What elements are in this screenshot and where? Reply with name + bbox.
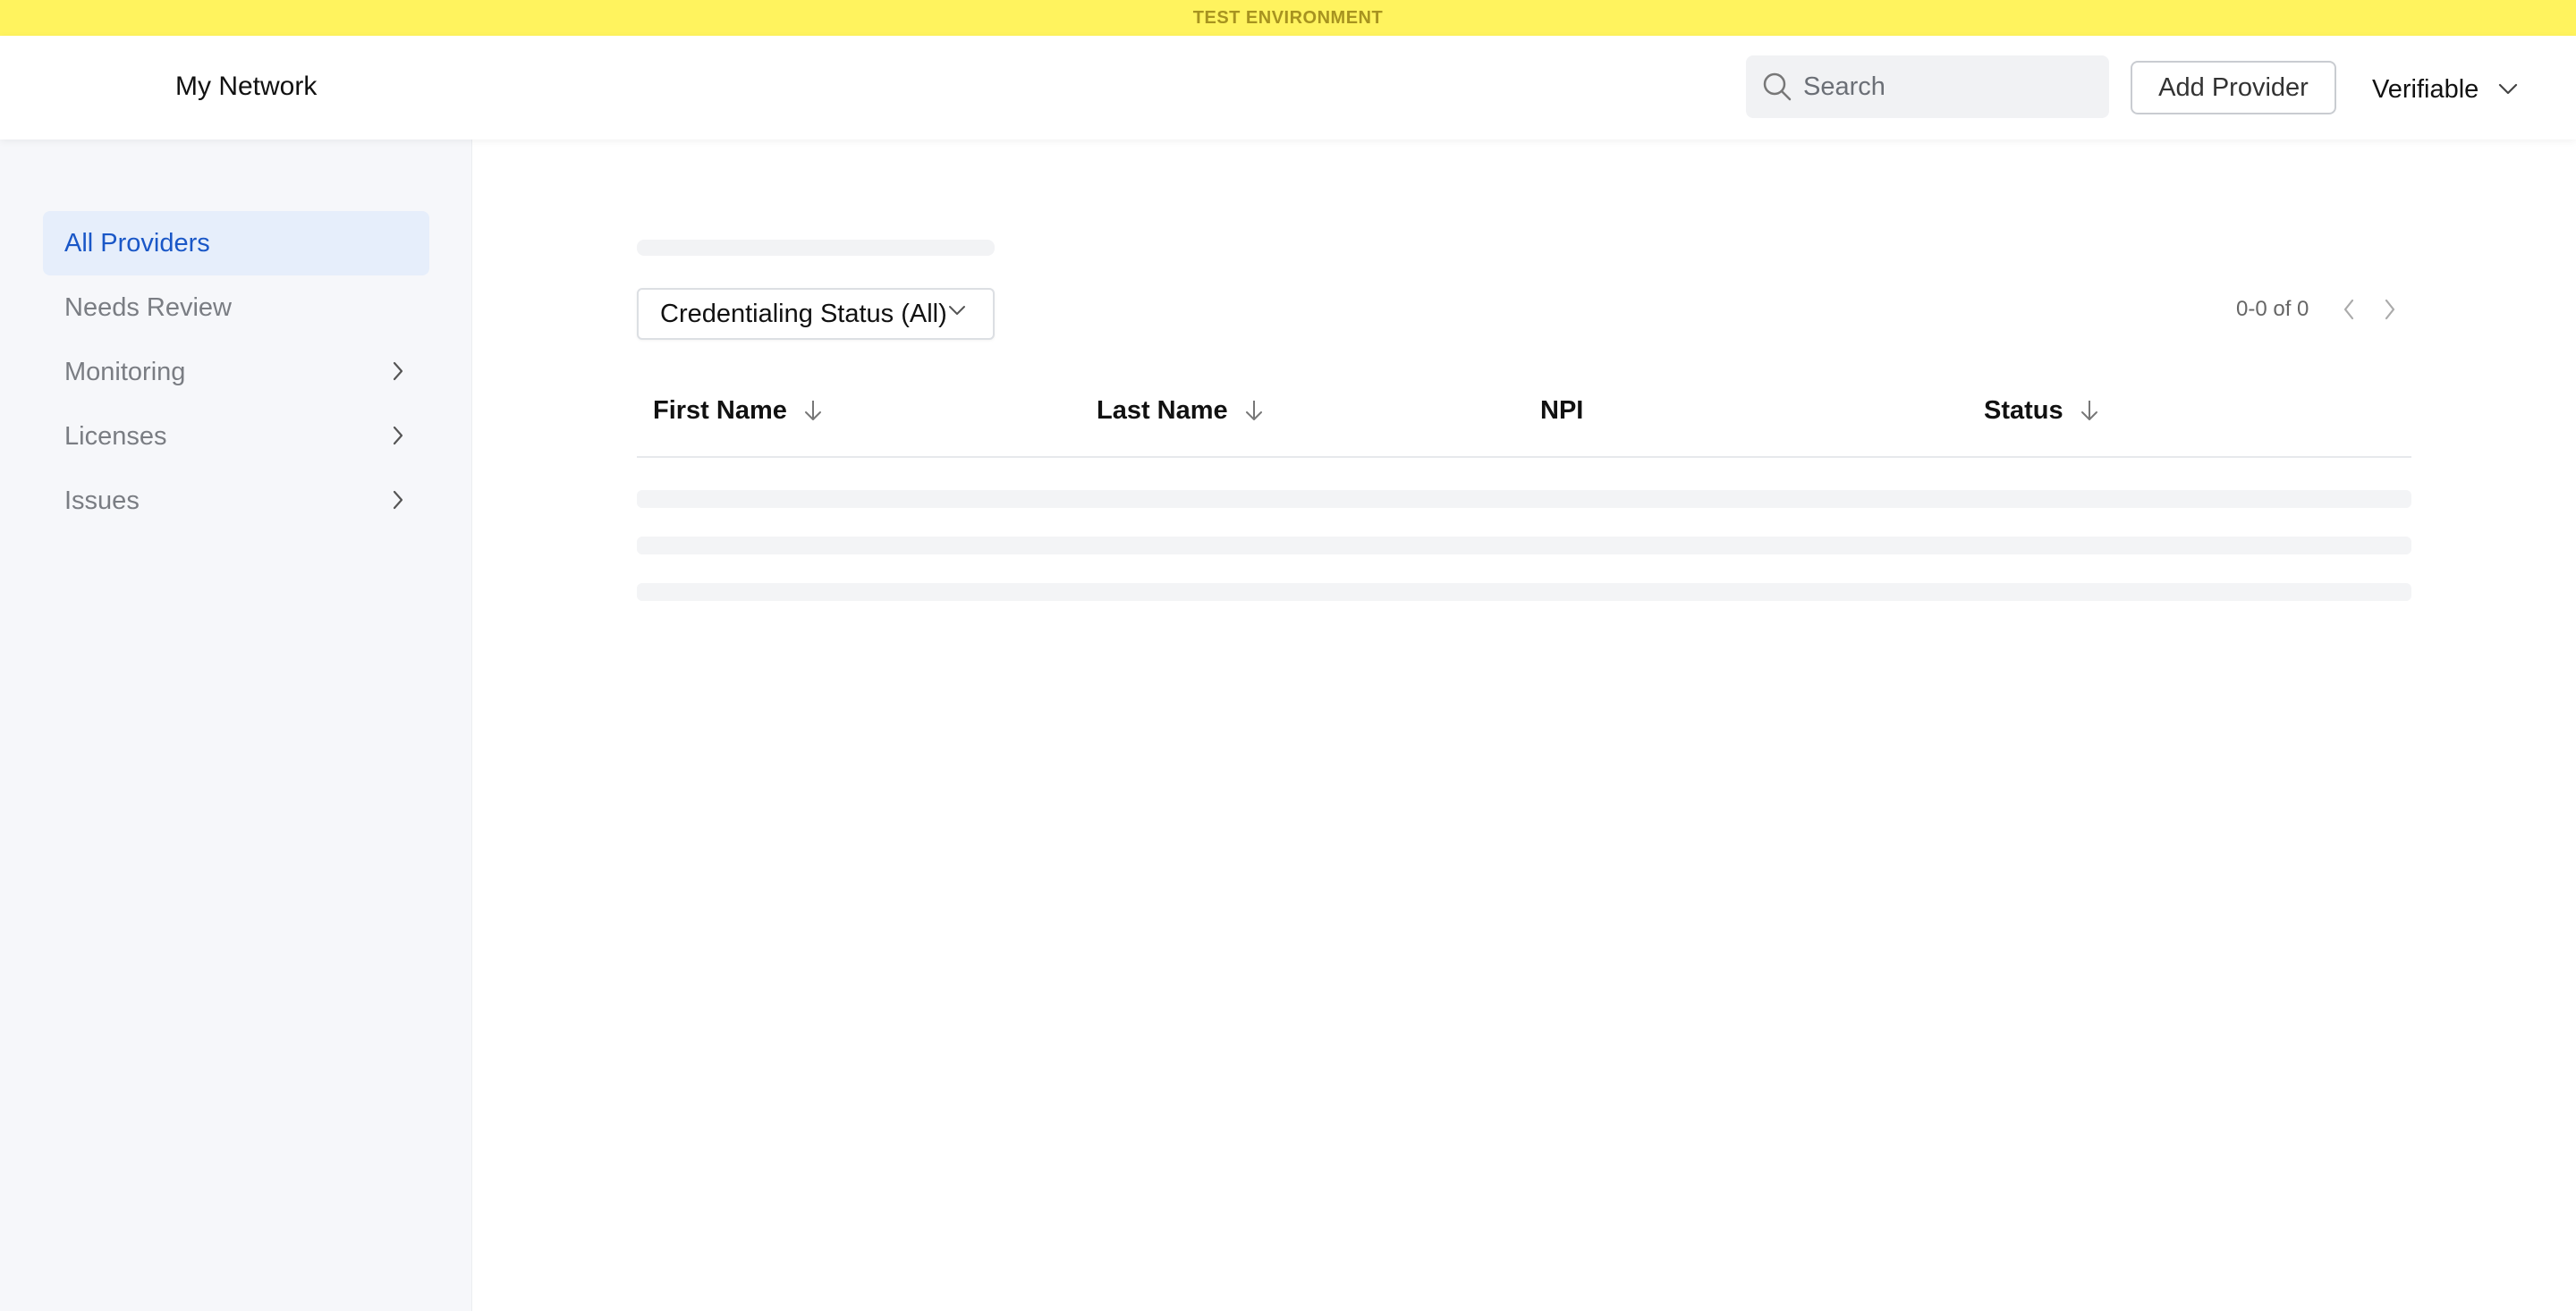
search-box[interactable]	[1746, 55, 2109, 118]
sidebar-item-licenses[interactable]: Licenses	[43, 404, 429, 469]
sidebar-item-all-providers[interactable]: All Providers	[43, 211, 429, 275]
sidebar-item-label: Licenses	[64, 421, 167, 451]
chevron-right-icon	[392, 488, 404, 518]
column-header-last-name[interactable]: Last Name	[1080, 363, 1524, 458]
add-provider-button[interactable]: Add Provider	[2131, 61, 2336, 114]
sidebar: All Providers Needs Review Monitoring Li…	[0, 140, 472, 1311]
column-header-status[interactable]: Status	[1968, 363, 2411, 458]
column-header-npi: NPI	[1524, 363, 1968, 458]
arrow-down-icon	[2080, 399, 2099, 422]
arrow-down-icon	[1244, 399, 1264, 422]
page-title: My Network	[175, 72, 318, 101]
chevron-down-icon	[948, 304, 966, 321]
test-environment-banner: TEST ENVIRONMENT	[0, 0, 2576, 36]
column-header-first-name[interactable]: First Name	[637, 363, 1080, 458]
title-skeleton	[637, 240, 995, 256]
sidebar-item-issues[interactable]: Issues	[43, 469, 429, 533]
loading-row-skeleton	[637, 537, 2411, 554]
sidebar-item-label: All Providers	[64, 228, 210, 258]
providers-table-header: First Name Last Name NPI Status	[637, 363, 2411, 458]
chevron-down-icon	[2498, 83, 2518, 96]
chevron-right-icon	[392, 359, 404, 389]
loading-row-skeleton	[637, 490, 2411, 508]
pagination-range: 0-0 of 0	[2236, 297, 2309, 321]
top-header: My Network Add Provider Verifiable	[0, 36, 2576, 140]
org-name: Verifiable	[2372, 74, 2479, 104]
next-page-button[interactable]	[2374, 295, 2406, 327]
sidebar-item-label: Monitoring	[64, 357, 186, 386]
org-switcher[interactable]: Verifiable	[2372, 64, 2518, 114]
sidebar-item-needs-review[interactable]: Needs Review	[43, 275, 429, 340]
filter-label: Credentialing Status (All)	[660, 299, 947, 328]
sidebar-item-label: Needs Review	[64, 292, 232, 322]
arrow-down-icon	[803, 399, 823, 422]
column-label: Status	[1984, 395, 2063, 425]
chevron-left-icon	[2342, 298, 2356, 326]
column-label: First Name	[653, 395, 787, 425]
chevron-right-icon	[2383, 298, 2397, 326]
column-label: Last Name	[1097, 395, 1228, 425]
loading-row-skeleton	[637, 583, 2411, 601]
previous-page-button[interactable]	[2333, 295, 2365, 327]
column-label: NPI	[1540, 395, 1584, 425]
credentialing-status-filter[interactable]: Credentialing Status (All)	[637, 288, 995, 340]
sidebar-item-monitoring[interactable]: Monitoring	[43, 340, 429, 404]
search-icon	[1762, 71, 1794, 103]
env-banner-text: TEST ENVIRONMENT	[1192, 7, 1384, 28]
search-input[interactable]	[1803, 72, 2089, 102]
chevron-right-icon	[392, 424, 404, 453]
sidebar-item-label: Issues	[64, 486, 140, 515]
main-content: Credentialing Status (All) 0-0 of 0 Firs…	[472, 140, 2576, 1311]
